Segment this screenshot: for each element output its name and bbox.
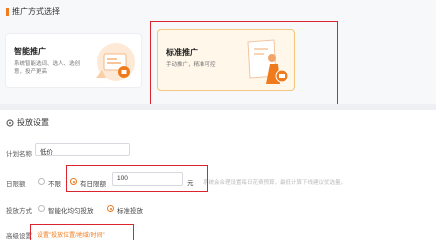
smart-promotion-card[interactable]: 智能推广 系统智能选词、选人、选创 意，投产更高 — [5, 33, 142, 88]
daily-budget-input[interactable]: 100 — [112, 172, 183, 186]
section-accent-bar — [6, 7, 9, 16]
unlimited-option-label: 不限 — [48, 181, 61, 188]
smart-even-option-label: 智能化均匀投放 — [48, 208, 94, 215]
standard-card-desc: 手动推广，精准可控 — [166, 62, 216, 68]
plan-name-label: 计划名称 — [6, 151, 32, 158]
standard-delivery-radio[interactable] — [107, 205, 114, 212]
gear-icon — [6, 118, 14, 127]
settings-section-title: 投放设置 — [17, 118, 49, 127]
smart-card-desc-2: 意，投产更高 — [14, 69, 48, 75]
advanced-settings-link[interactable]: 设置"投放位置/地域/时间" — [37, 230, 105, 239]
standard-promotion-card[interactable]: 标准推广 手动推广，精准可控 — [157, 29, 295, 91]
settings-section-header: 投放设置 — [6, 117, 49, 128]
mode-section-header: 推广方式选择 — [6, 6, 60, 17]
daily-limit-option-label: 有日限额 — [80, 181, 106, 188]
advanced-settings-label: 高级设置 — [6, 233, 32, 240]
daily-budget-hint: 系统会合理设置每日花费预算，最低计算下线建议优选量。 — [203, 180, 347, 186]
smart-card-desc-1: 系统智能选词、选人、选创 — [14, 61, 81, 67]
daily-limit-radio[interactable] — [70, 178, 77, 185]
plan-name-input[interactable]: 低价 — [35, 143, 130, 156]
budget-unit: 元 — [187, 180, 194, 187]
delivery-settings-section: 投放设置 计划名称 低价 日限额 不限 有日限额 100 元 系统会合理设置每日… — [0, 110, 436, 240]
mode-section-title: 推广方式选择 — [12, 7, 60, 16]
smart-illustration-icon — [96, 43, 135, 81]
standard-illustration-icon — [247, 39, 289, 84]
daily-budget-label: 日限额 — [6, 181, 26, 188]
smart-card-title: 智能推广 — [14, 47, 46, 56]
unlimited-radio[interactable] — [38, 178, 45, 185]
mode-selection-section: 推广方式选择 智能推广 系统智能选词、选人、选创 意，投产更高 标准推广 手动推… — [0, 0, 436, 104]
standard-delivery-option-label: 标准投放 — [117, 208, 143, 215]
smart-even-radio[interactable] — [38, 205, 45, 212]
standard-card-title: 标准推广 — [166, 48, 198, 57]
delivery-method-label: 投放方式 — [6, 208, 32, 215]
